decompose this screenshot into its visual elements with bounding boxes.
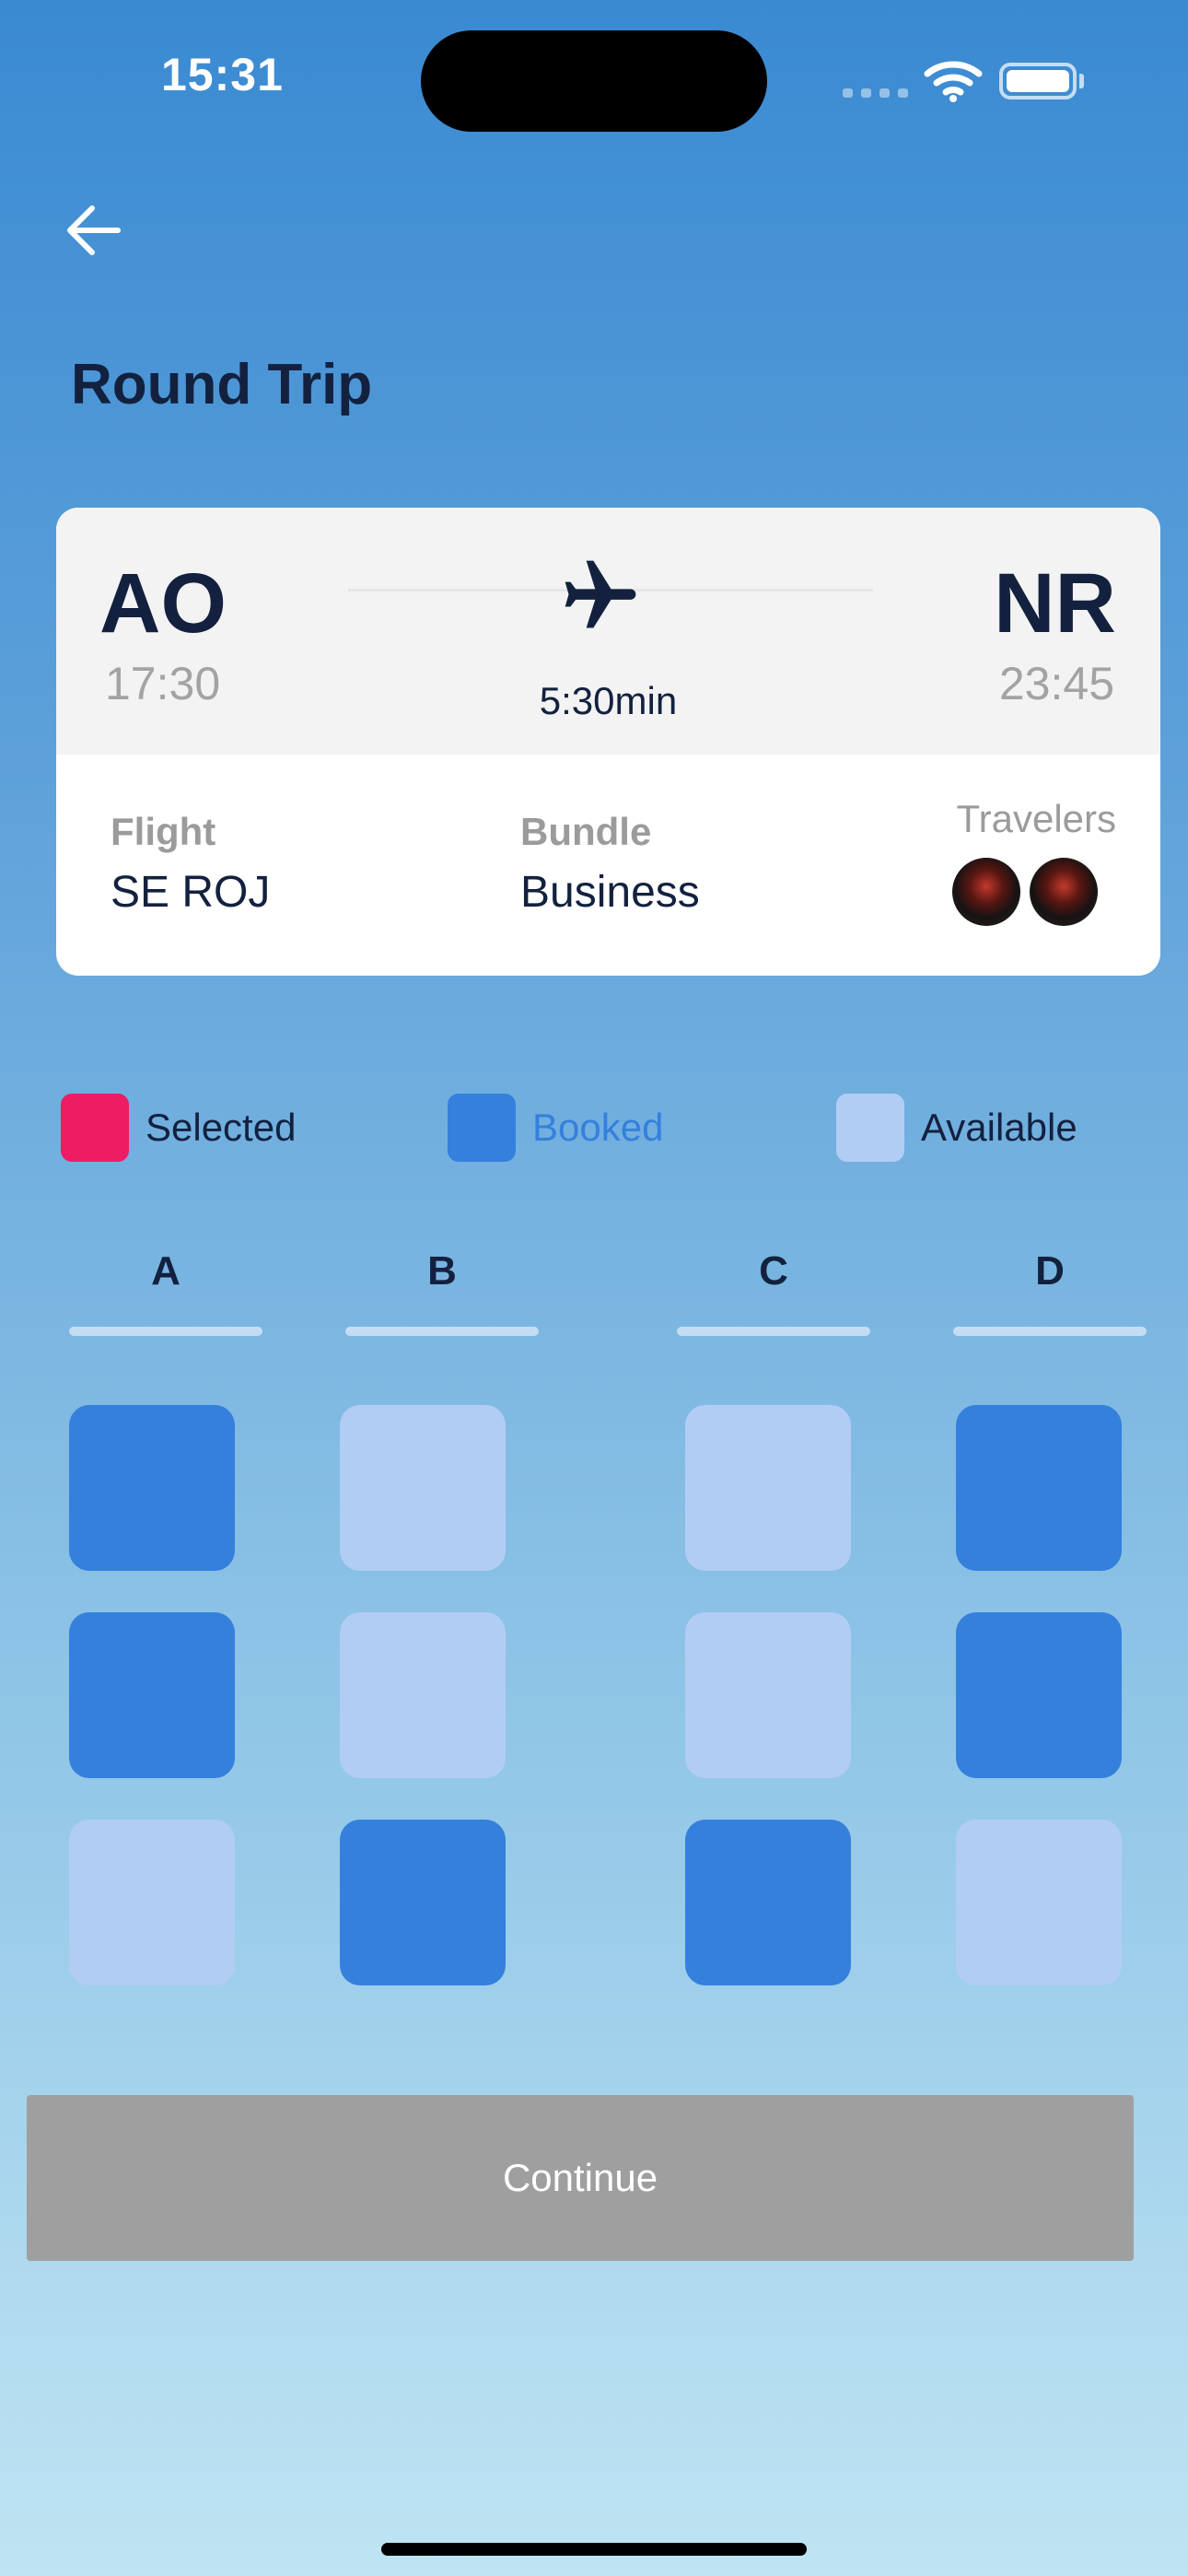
legend-label: Booked (532, 1106, 664, 1149)
battery-tip (1079, 74, 1084, 88)
travelers-label: Travelers (956, 797, 1116, 840)
wifi-icon (924, 61, 983, 102)
column-divider (345, 1327, 539, 1336)
home-indicator (381, 2543, 807, 2556)
seat-3d-available[interactable] (956, 1820, 1122, 1985)
airplane-icon (565, 560, 636, 628)
page-title: Round Trip (71, 353, 373, 416)
seat-2b-available[interactable] (340, 1612, 506, 1778)
flight-label: Flight (111, 810, 216, 853)
avatar (1030, 858, 1098, 926)
flight-number: SE ROJ (111, 868, 271, 917)
seat-1a-booked[interactable] (69, 1405, 235, 1571)
seat-1d-booked[interactable] (956, 1405, 1122, 1571)
cellular-signal-icon (843, 88, 908, 98)
legend-swatch (448, 1094, 516, 1162)
origin-code: AO (99, 556, 227, 650)
legend-swatch (836, 1094, 904, 1162)
traveler-avatars (952, 858, 1098, 926)
battery-icon (999, 63, 1077, 100)
legend-label: Available (921, 1106, 1077, 1149)
seat-column-d: D (1035, 1248, 1065, 1294)
avatar (952, 858, 1020, 926)
dynamic-island (421, 30, 767, 132)
legend-booked: Booked (448, 1094, 663, 1162)
continue-button[interactable]: Continue (27, 2095, 1134, 2261)
seat-3a-available[interactable] (69, 1820, 235, 1985)
legend-selected: Selected (61, 1094, 296, 1162)
seat-3c-booked[interactable] (685, 1820, 851, 1985)
seat-column-c: C (759, 1248, 788, 1294)
status-time: 15:31 (161, 49, 284, 100)
seat-column-a: A (151, 1248, 181, 1294)
column-divider (953, 1327, 1147, 1336)
arrival-time: 23:45 (998, 658, 1114, 709)
seat-2a-booked[interactable] (69, 1612, 235, 1778)
destination-code: NR (994, 556, 1116, 650)
bundle-value: Business (520, 868, 700, 917)
legend-available: Available (836, 1094, 1077, 1162)
flight-duration: 5:30min (539, 679, 678, 722)
back-arrow-icon[interactable] (61, 198, 125, 263)
legend-label: Selected (146, 1106, 297, 1149)
seat-2d-booked[interactable] (956, 1612, 1122, 1778)
bundle-label: Bundle (520, 810, 652, 853)
column-divider (69, 1327, 262, 1336)
legend-swatch (61, 1094, 129, 1162)
seat-1c-available[interactable] (685, 1405, 851, 1571)
flight-summary-card: AO 17:30 5:30min NR 23:45 Flight SE ROJ … (56, 508, 1160, 976)
column-divider (677, 1327, 870, 1336)
seat-2c-available[interactable] (685, 1612, 851, 1778)
seat-1b-available[interactable] (340, 1405, 506, 1571)
seat-3b-booked[interactable] (340, 1820, 506, 1985)
seat-column-b: B (427, 1248, 457, 1294)
